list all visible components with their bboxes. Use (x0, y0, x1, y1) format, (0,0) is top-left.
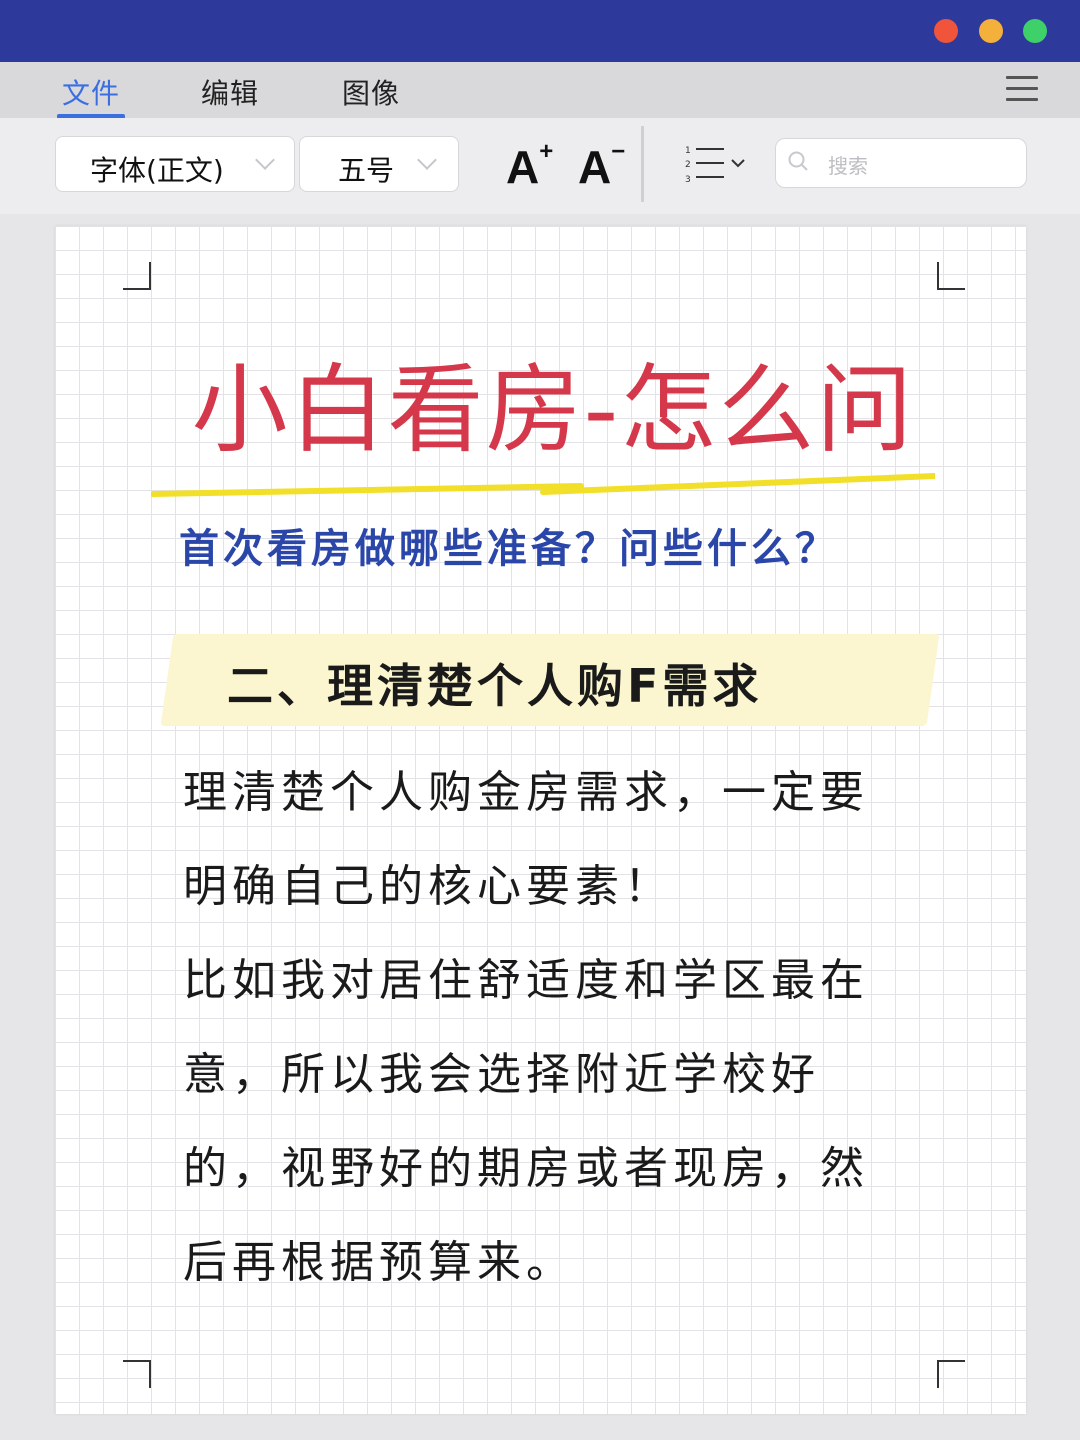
document-title: 小白看房-怎么问 (191, 354, 915, 466)
decrease-font-size-button[interactable]: A− (578, 138, 625, 194)
paragraph-line: 比如我对居住舒适度和学区最在 (183, 955, 869, 1006)
font-family-value: 字体(正文) (90, 154, 224, 187)
minimize-window-button[interactable] (979, 19, 1003, 43)
formatting-toolbar: 字体(正文) 五号 A+ A− 1 2 3 搜索 (0, 118, 1080, 214)
paragraph-line: 理清楚个人购金房需求，一定要 (183, 767, 869, 818)
title-underline-stroke (151, 473, 935, 497)
search-icon (788, 151, 808, 171)
svg-text:2: 2 (685, 160, 691, 170)
document-page: 小白看房-怎么问 首次看房做哪些准备？问些什么？ 二、理清楚个人购F需求 理清楚… (55, 226, 1026, 1414)
increase-font-size-button[interactable]: A+ (506, 138, 553, 194)
font-family-select[interactable]: 字体(正文) (55, 136, 295, 192)
chevron-down-icon (417, 150, 437, 170)
maximize-window-button[interactable] (1023, 19, 1047, 43)
paragraph-line: 明确自己的核心要素！ (183, 861, 673, 912)
search-placeholder: 搜索 (828, 154, 868, 178)
paragraph-line: 的，视野好的期房或者现房，然 (183, 1143, 869, 1194)
font-size-value: 五号 (338, 154, 395, 187)
search-input[interactable]: 搜索 (775, 138, 1027, 188)
paragraph-line: 后再根据预算来。 (183, 1237, 575, 1288)
section-heading: 二、理清楚个人购F需求 (227, 659, 763, 713)
numbered-list-icon[interactable]: 1 2 3 (684, 144, 748, 186)
crop-mark-bottom-right (937, 1360, 965, 1388)
menu-image[interactable]: 图像 (342, 72, 400, 112)
menu-bar: 文件 编辑 图像 (0, 62, 1080, 119)
menu-edit[interactable]: 编辑 (201, 72, 259, 112)
svg-text:3: 3 (685, 175, 691, 185)
chevron-down-icon (255, 150, 275, 170)
close-window-button[interactable] (934, 19, 958, 43)
svg-text:1: 1 (685, 146, 691, 156)
toolbar-divider (641, 126, 644, 202)
window-titlebar (0, 0, 1080, 62)
crop-mark-bottom-left (123, 1360, 151, 1388)
crop-mark-top-right (937, 262, 965, 290)
font-size-select[interactable]: 五号 (299, 136, 459, 192)
crop-mark-top-left (123, 262, 151, 290)
paragraph-line: 意，所以我会选择附近学校好 (183, 1049, 820, 1100)
document-subtitle: 首次看房做哪些准备？问些什么？ (179, 526, 839, 572)
menu-file[interactable]: 文件 (62, 72, 120, 112)
hamburger-menu-icon[interactable] (1006, 76, 1038, 104)
